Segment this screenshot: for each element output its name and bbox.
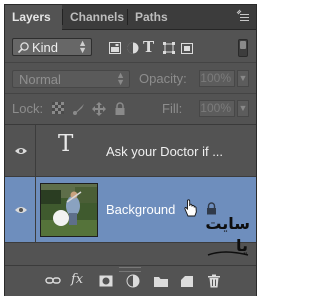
pixel-filter-icon[interactable] — [109, 42, 121, 54]
layers-panel: Layers Channels Paths Kind ▲ ▼ T Normal … — [4, 4, 257, 296]
layer-name[interactable]: Ask your Doctor if ... — [106, 144, 223, 159]
chevron-updown-icon: ▲ ▼ — [78, 38, 87, 55]
lock-image-pixels-icon[interactable] — [72, 102, 86, 116]
lock-position-icon[interactable] — [92, 102, 106, 116]
lock-all-icon[interactable] — [114, 102, 128, 116]
layer-filter-row: Kind ▲ ▼ T — [5, 30, 256, 63]
layer-row-text[interactable]: T Ask your Doctor if ... — [5, 125, 256, 177]
smart-object-filter-icon[interactable] — [181, 42, 193, 54]
fill-label: Fill: — [162, 101, 183, 116]
layer-name[interactable]: Background — [106, 202, 175, 217]
lock-label: Lock: — [12, 101, 44, 116]
layer-thumbnail — [40, 183, 98, 237]
visibility-column — [5, 125, 36, 176]
blend-mode-label: Normal — [19, 72, 61, 87]
tab-layers[interactable]: Layers — [5, 5, 62, 30]
panel-menu-icon[interactable] — [236, 9, 250, 23]
tab-paths[interactable]: Paths — [128, 5, 178, 29]
new-group-icon[interactable] — [153, 274, 169, 288]
fx-icon[interactable]: fx — [71, 272, 83, 287]
type-layer-thumbnail-icon: T — [58, 131, 74, 157]
fill-field[interactable]: 100% — [199, 100, 235, 117]
opacity-field[interactable]: 100% — [199, 70, 235, 87]
blend-options-row: Normal ▲ ▼ Opacity: 100% ▼ — [5, 63, 256, 94]
svg-text:ﺳﺎﯾﺖ: ﺳﺎﯾﺖ — [205, 214, 250, 233]
blend-mode-select[interactable]: Normal ▲ ▼ — [12, 70, 130, 88]
filter-kind-select[interactable]: Kind ▲ ▼ — [12, 38, 92, 56]
link-layers-icon[interactable] — [45, 274, 61, 288]
panel-bottom-toolbar: fx — [5, 265, 256, 296]
svg-text:ﯾﺎ: ﯾﺎ — [236, 236, 248, 255]
panel-tab-bar: Layers Channels Paths — [5, 5, 256, 30]
lock-transparent-pixels-icon[interactable] — [52, 102, 66, 116]
shape-filter-icon[interactable] — [163, 42, 175, 54]
delete-layer-icon[interactable] — [207, 274, 221, 288]
visibility-column — [5, 177, 36, 242]
opacity-label: Opacity: — [139, 71, 187, 86]
resize-grip[interactable] — [119, 267, 141, 272]
eye-icon[interactable] — [15, 147, 27, 155]
lock-row: Lock: Fill: 100% ▼ — [5, 94, 256, 125]
filter-toggle-switch[interactable] — [238, 39, 248, 57]
search-icon — [17, 42, 29, 54]
watermark-logo: ﺳﺎﯾﺖ ﯾﺎ — [205, 214, 250, 256]
opacity-dropdown-icon[interactable]: ▼ — [237, 70, 249, 87]
add-mask-icon[interactable] — [99, 274, 113, 288]
eye-icon[interactable] — [15, 206, 27, 214]
hand-cursor-icon — [184, 199, 197, 217]
new-layer-icon[interactable] — [180, 274, 194, 288]
adjustment-layer-icon[interactable] — [126, 274, 140, 288]
fill-dropdown-icon[interactable]: ▼ — [237, 100, 249, 117]
type-filter-icon[interactable]: T — [143, 38, 157, 56]
layers-list: T Ask your Doctor if ... Background ﺳﺎﯾﺖ… — [5, 125, 256, 265]
tab-channels[interactable]: Channels — [63, 5, 127, 29]
filter-kind-label: Kind — [32, 40, 59, 55]
adjustment-filter-icon[interactable] — [127, 42, 139, 54]
chevron-updown-icon: ▲ ▼ — [116, 70, 125, 87]
